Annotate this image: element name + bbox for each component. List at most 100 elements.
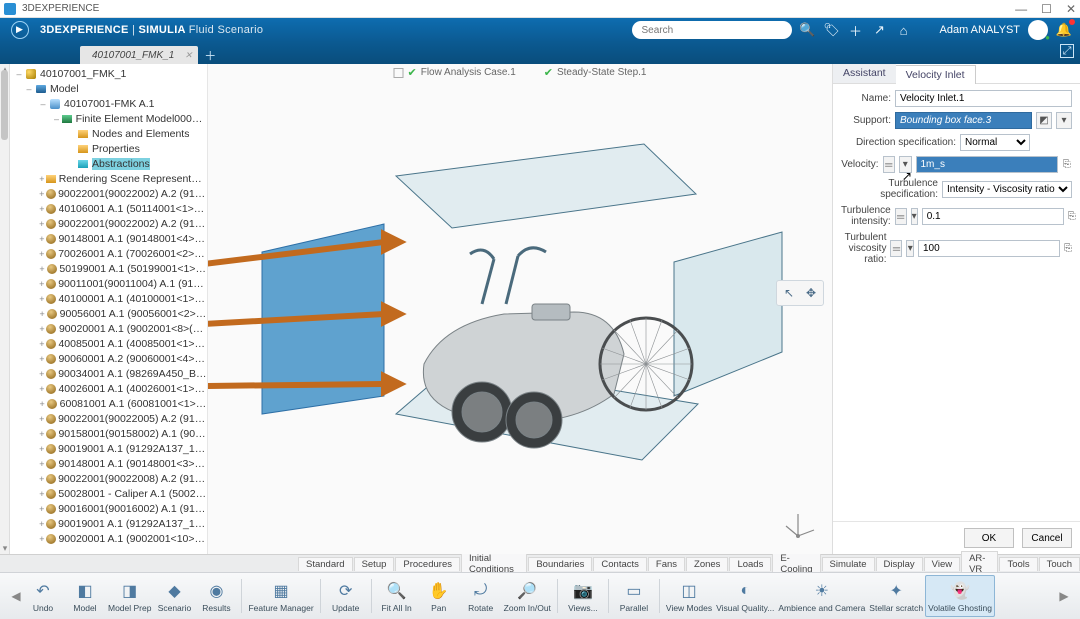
feature-tree[interactable]: –40107001_FMK_1–Model–40107001-FMK A.1–F…: [10, 64, 208, 554]
toolbar-button[interactable]: ✦Stellar scratch: [867, 575, 925, 617]
intensity-dropdown-icon[interactable]: ▾: [911, 208, 918, 225]
cancel-button[interactable]: Cancel: [1022, 528, 1072, 548]
action-tab[interactable]: Simulate: [822, 557, 875, 571]
tree-node[interactable]: +90056001 A.1 (90056001<2>(Default)): [10, 306, 207, 321]
tree-node[interactable]: +40100001 A.1 (40100001<1>(40100001)): [10, 291, 207, 306]
tree-twisty-icon[interactable]: –: [24, 84, 34, 94]
tree-twisty-icon[interactable]: +: [38, 444, 46, 454]
direction-select[interactable]: Normal: [960, 134, 1030, 151]
tree-twisty-icon[interactable]: +: [38, 489, 46, 499]
toolbar-button[interactable]: 📷Views...: [562, 575, 604, 617]
action-tab[interactable]: Touch: [1039, 557, 1080, 571]
ok-button[interactable]: OK: [964, 528, 1014, 548]
tree-twisty-icon[interactable]: +: [38, 474, 46, 484]
tree-twisty-icon[interactable]: +: [38, 384, 46, 394]
tree-node[interactable]: +40026001 A.1 (40026001<1>(40026001)): [10, 381, 207, 396]
tree-twisty-icon[interactable]: +: [38, 174, 46, 184]
tree-node[interactable]: +90022001(90022002) A.2 (91292A201_TY: [10, 186, 207, 201]
toolbar-button[interactable]: ◆Scenario: [153, 575, 195, 617]
toolbar-button[interactable]: 🔍Fit All In: [376, 575, 418, 617]
tree-node[interactable]: –40107001_FMK_1: [10, 66, 207, 81]
action-tab[interactable]: View: [924, 557, 960, 571]
scroll-thumb[interactable]: [1, 70, 8, 140]
viewport-canvas[interactable]: ✔Flow Analysis Case.1 ✔Steady-State Step…: [208, 64, 832, 554]
tree-node[interactable]: –Model: [10, 81, 207, 96]
tree-node[interactable]: +90020001 A.1 (9002001<8>(90020001)): [10, 321, 207, 336]
toolbar-button[interactable]: ▦Feature Manager: [246, 575, 315, 617]
tree-twisty-icon[interactable]: –: [52, 114, 61, 124]
tab-assistant[interactable]: Assistant: [833, 64, 896, 83]
tree-twisty-icon[interactable]: +: [38, 264, 46, 274]
tree-node[interactable]: +90020001 A.1 (9002001<10>(90020001)): [10, 531, 207, 546]
action-tab[interactable]: Contacts: [593, 557, 647, 571]
tree-node[interactable]: Properties: [10, 141, 207, 156]
velocity-dropdown-icon[interactable]: ▾: [899, 156, 912, 173]
tree-node[interactable]: +90034001 A.1 (98269A450_Black-Oxide 1: [10, 366, 207, 381]
toolbar-button[interactable]: ▭Parallel: [613, 575, 655, 617]
tree-twisty-icon[interactable]: –: [38, 99, 48, 109]
action-tab[interactable]: Boundaries: [528, 557, 592, 571]
tab-velocity-inlet[interactable]: Velocity Inlet: [896, 65, 976, 84]
tree-node[interactable]: –Finite Element Model00000051: [10, 111, 207, 126]
tree-twisty-icon[interactable]: +: [38, 504, 46, 514]
toolbar-button[interactable]: ⟳Update: [325, 575, 367, 617]
action-tab[interactable]: Zones: [686, 557, 728, 571]
tree-twisty-icon[interactable]: +: [38, 294, 46, 304]
user-menu[interactable]: Adam ANALYST 🔔: [940, 20, 1073, 40]
tree-node[interactable]: +Rendering Scene Representation000000: [10, 171, 207, 186]
home-icon[interactable]: ⌂: [896, 22, 912, 38]
velocity-input[interactable]: [916, 156, 1058, 173]
action-tab[interactable]: Standard: [298, 557, 353, 571]
tree-twisty-icon[interactable]: +: [38, 534, 46, 544]
action-tab[interactable]: Loads: [729, 557, 771, 571]
scroll-down-icon[interactable]: ▾: [0, 543, 10, 554]
toolbar-button[interactable]: ☀Ambience and Camera: [776, 575, 867, 617]
tree-node[interactable]: +90019001 A.1 (91292A137_18-8 Stainless: [10, 441, 207, 456]
equals-icon[interactable]: ＝: [890, 240, 902, 257]
tree-scrollbar[interactable]: ▴ ▾: [0, 64, 10, 554]
ratio-dropdown-icon[interactable]: ▾: [906, 240, 914, 257]
equals-icon[interactable]: ＝: [895, 208, 907, 225]
tree-node[interactable]: +60081001 A.1 (60081001<1>(Default)): [10, 396, 207, 411]
tree-twisty-icon[interactable]: +: [38, 399, 46, 409]
tree-node[interactable]: –40107001-FMK A.1: [10, 96, 207, 111]
tree-node[interactable]: +50199001 A.1 (50199001<1> (Default)): [10, 261, 207, 276]
tree-twisty-icon[interactable]: +: [38, 369, 46, 379]
tree-node[interactable]: +90019001 A.1 (91292A137_18-8 Stainless: [10, 516, 207, 531]
tree-node[interactable]: +90011001(90011004) A.1 (91292A201_TY: [10, 276, 207, 291]
support-field[interactable]: Bounding box face.3: [895, 112, 1032, 129]
minimize-button[interactable]: —: [1015, 2, 1027, 16]
tree-twisty-icon[interactable]: +: [38, 354, 46, 364]
toolbar-button[interactable]: ◫View Modes: [664, 575, 714, 617]
tree-node[interactable]: +70026001 A.1 (70026001<2> (70025001)): [10, 246, 207, 261]
tree-twisty-icon[interactable]: +: [38, 234, 46, 244]
action-tab[interactable]: Procedures: [395, 557, 460, 571]
tree-node[interactable]: +40085001 A.1 (40085001<1>(40085001)): [10, 336, 207, 351]
tree-twisty-icon[interactable]: –: [14, 69, 24, 79]
tree-node[interactable]: Abstractions: [10, 156, 207, 171]
tag-icon[interactable]: 🏷: [824, 22, 840, 38]
tree-node[interactable]: +50028001 - Caliper A.1 (50028001 - Cali…: [10, 486, 207, 501]
tree-twisty-icon[interactable]: +: [38, 249, 46, 259]
tree-twisty-icon[interactable]: +: [38, 459, 46, 469]
document-tab[interactable]: 40107001_FMK_1 ✕: [80, 46, 198, 64]
fx-icon[interactable]: ⎘: [1068, 208, 1076, 225]
tree-twisty-icon[interactable]: +: [38, 324, 46, 334]
tree-twisty-icon[interactable]: +: [38, 279, 46, 289]
close-button[interactable]: ✕: [1066, 2, 1076, 16]
search-input[interactable]: [632, 21, 792, 39]
notification-icon[interactable]: 🔔: [1056, 22, 1072, 38]
tree-node[interactable]: +90022001(90022008) A.2 (91292A201_TY: [10, 471, 207, 486]
support-dropdown-icon[interactable]: ▾: [1056, 112, 1072, 129]
action-tab[interactable]: Tools: [999, 557, 1037, 571]
close-tab-icon[interactable]: ✕: [185, 50, 193, 61]
tree-node[interactable]: +90148001 A.1 (90148001<3>(92148A170: [10, 456, 207, 471]
tree-twisty-icon[interactable]: +: [38, 219, 46, 229]
equals-icon[interactable]: ＝: [883, 156, 896, 173]
tree-node[interactable]: +90148001 A.1 (90148001<4>(92148A170: [10, 231, 207, 246]
toolbar-button[interactable]: 🔎Zoom In/Out: [502, 575, 553, 617]
toolbar-button[interactable]: ⤾Rotate: [460, 575, 502, 617]
tree-twisty-icon[interactable]: +: [38, 189, 46, 199]
tree-node[interactable]: +90060001 A.2 (90060001<4>(90060001)): [10, 351, 207, 366]
toolbar-button[interactable]: ↶Undo: [22, 575, 64, 617]
